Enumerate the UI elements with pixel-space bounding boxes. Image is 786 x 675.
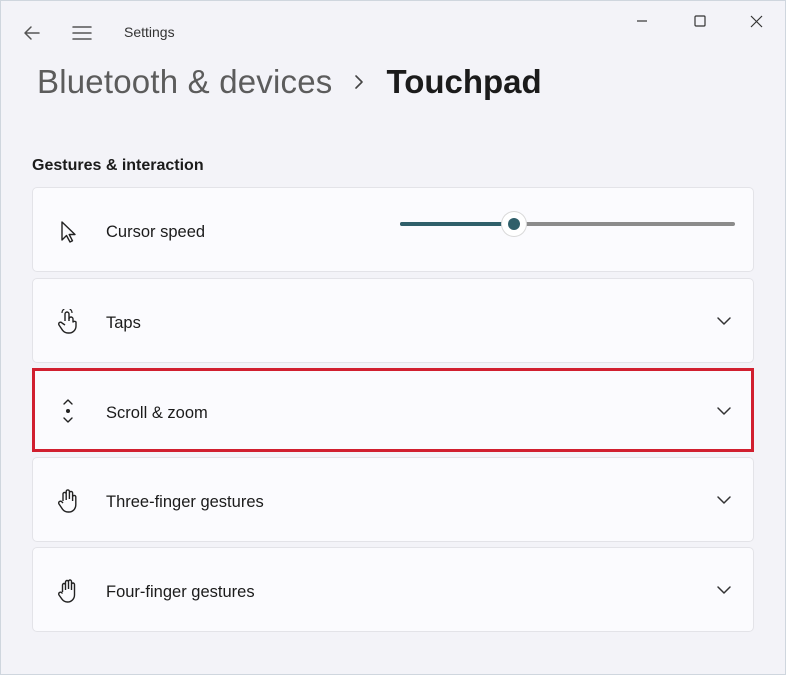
slider-thumb-dot [507, 218, 520, 230]
slider-fill [400, 222, 504, 226]
maximize-button[interactable] [677, 5, 723, 37]
hamburger-menu-icon [72, 26, 92, 40]
page-title: Touchpad [386, 63, 542, 100]
chevron-down-icon[interactable] [713, 310, 735, 332]
cursor-speed-slider[interactable] [400, 212, 735, 236]
tap-hand-icon [55, 309, 81, 335]
four-finger-gestures-label: Four-finger gestures [106, 583, 255, 601]
cursor-speed-card: Cursor speed [32, 187, 754, 272]
chevron-right-icon [355, 75, 364, 89]
hand-icon [55, 578, 81, 604]
section-title: Gestures & interaction [32, 157, 204, 174]
scroll-zoom-label: Scroll & zoom [106, 404, 208, 422]
minimize-button[interactable] [619, 5, 665, 37]
back-arrow-icon [24, 26, 40, 40]
navigation-menu-button[interactable] [65, 17, 99, 49]
close-icon [750, 15, 762, 27]
breadcrumb: Bluetooth & devices Touchpad [37, 59, 542, 105]
taps-label: Taps [106, 314, 141, 332]
minimize-icon [637, 20, 647, 22]
slider-thumb[interactable] [501, 212, 526, 236]
hand-icon [55, 488, 81, 514]
taps-card[interactable]: Taps [32, 278, 754, 363]
back-button[interactable] [15, 17, 49, 49]
breadcrumb-separator [354, 74, 364, 90]
three-finger-gestures-card[interactable]: Three-finger gestures [32, 457, 754, 542]
three-finger-gestures-label: Three-finger gestures [106, 493, 264, 511]
app-title: Settings [124, 24, 175, 40]
four-finger-gestures-card[interactable]: Four-finger gestures [32, 547, 754, 632]
chevron-down-icon[interactable] [713, 489, 735, 511]
settings-window: Settings Bluetooth & devices Touchpad Ge… [0, 0, 786, 675]
breadcrumb-parent-link[interactable]: Bluetooth & devices [37, 63, 332, 101]
title-bar: Settings [1, 1, 785, 57]
scroll-zoom-card[interactable]: Scroll & zoom [32, 368, 754, 452]
maximize-icon [694, 15, 706, 27]
chevron-down-icon[interactable] [713, 579, 735, 601]
chevron-down-icon[interactable] [713, 400, 735, 422]
close-button[interactable] [733, 5, 779, 37]
mouse-pointer-icon [55, 219, 81, 245]
cursor-speed-label: Cursor speed [106, 223, 206, 241]
scroll-arrows-icon [55, 398, 81, 424]
